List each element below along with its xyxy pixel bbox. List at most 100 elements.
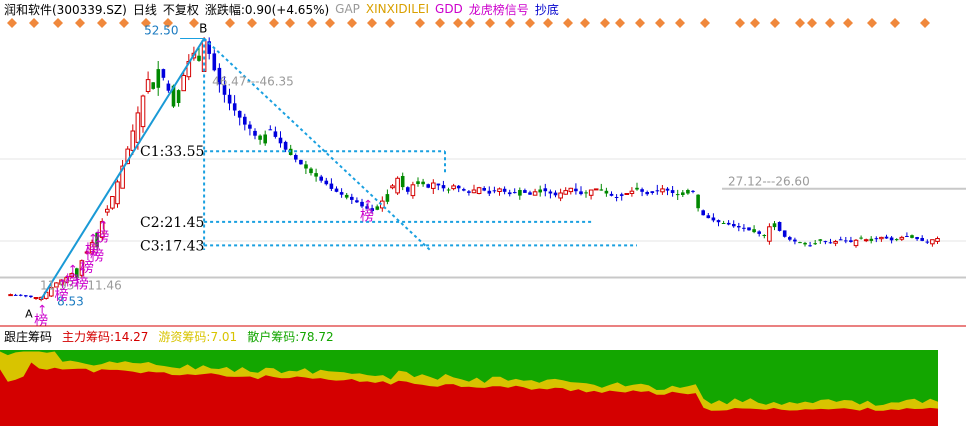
indicator-xinxidilei[interactable]: XINXIDILEI xyxy=(366,2,429,16)
candle-body xyxy=(309,168,313,174)
candle-body xyxy=(400,176,405,188)
candle-body xyxy=(884,236,889,239)
candle-body xyxy=(283,141,288,150)
signal-diamond xyxy=(75,18,85,28)
candlestick-chart: C1:33.55 C2:21.45 C3:17.43 B A 52.50 46.47---4… xyxy=(0,18,966,426)
candle-body xyxy=(737,226,741,228)
candle-body xyxy=(879,236,884,240)
trend-line-down xyxy=(203,37,431,251)
candle-body xyxy=(421,181,425,185)
candle-body xyxy=(334,188,339,192)
candle-body xyxy=(13,294,18,296)
candle-body xyxy=(227,94,232,104)
candle-body xyxy=(752,229,756,233)
candle-body xyxy=(813,243,817,245)
candle-body xyxy=(385,194,390,202)
candle-body xyxy=(471,189,477,194)
adjust-label[interactable]: 不复权 xyxy=(163,1,199,18)
candle-body xyxy=(253,130,257,136)
candle-body xyxy=(833,241,838,244)
candle-body xyxy=(161,69,166,78)
signal-diamond xyxy=(189,18,199,28)
signal-diamond xyxy=(795,18,805,28)
peak-label: 52.50 xyxy=(144,24,178,38)
main-chips-label: 主力筹码:14.27 xyxy=(62,329,149,344)
candle-body xyxy=(278,137,283,144)
gap-label-right: 27.12---26.60 xyxy=(728,175,810,189)
signal-diamond xyxy=(285,18,295,28)
candle-body xyxy=(375,206,380,210)
signal-diamond xyxy=(750,18,760,28)
fib-label-c2: C2:21.45 xyxy=(140,215,204,231)
candle-body xyxy=(263,134,267,144)
candle-body xyxy=(513,192,517,194)
candle-body xyxy=(462,189,466,191)
candle-body xyxy=(863,239,869,242)
candle-body xyxy=(588,189,594,196)
candle-body xyxy=(487,190,492,194)
indicator-longhubang[interactable]: 龙虎榜信号 xyxy=(469,1,529,18)
signal-diamond xyxy=(119,18,129,28)
candle-body xyxy=(782,230,787,237)
signal-diamond xyxy=(655,18,665,28)
candle-body xyxy=(431,182,436,189)
candle-body xyxy=(568,187,574,193)
candle-body xyxy=(894,239,899,241)
signal-diamond xyxy=(675,18,685,28)
hot-money-chips-label: 游资筹码:7.01 xyxy=(158,329,238,344)
candle-body xyxy=(197,55,201,61)
candle-body xyxy=(482,188,486,191)
period-label[interactable]: 日线 xyxy=(133,1,157,18)
candle-body xyxy=(849,240,853,242)
fib-label-c3: C3:17.43 xyxy=(140,238,204,254)
candle-body xyxy=(156,69,161,88)
candle-body xyxy=(640,189,644,192)
indicator-gap[interactable]: GAP xyxy=(335,2,360,16)
candle-body xyxy=(294,155,298,160)
candle-body xyxy=(869,238,874,241)
candle-body xyxy=(711,217,716,221)
signal-diamond xyxy=(525,18,535,28)
candle-body xyxy=(538,189,542,193)
signal-diamond xyxy=(600,18,610,28)
candle-body xyxy=(803,242,807,245)
sub-panel-header: 跟庄筹码 主力筹码:14.27 游资筹码:7.01 散户筹码:78.72 xyxy=(4,328,334,344)
signal-diamond xyxy=(97,18,107,28)
candle-body xyxy=(339,192,344,195)
gap-label-high: 46.47---46.35 xyxy=(212,75,294,89)
candle-body xyxy=(528,192,532,195)
candle-body xyxy=(563,190,569,195)
candle-body xyxy=(823,241,828,243)
candle-body xyxy=(8,294,13,297)
candle-body xyxy=(609,193,614,196)
candle-body xyxy=(237,110,242,118)
candle-body xyxy=(406,187,410,192)
candle-body xyxy=(798,242,802,244)
candle-body xyxy=(18,294,23,296)
candle-body xyxy=(660,188,665,193)
candle-body xyxy=(314,173,318,177)
candle-body xyxy=(232,103,237,111)
indicator-gdd[interactable]: GDD xyxy=(435,2,463,16)
signal-diamond xyxy=(347,18,357,28)
candle-body xyxy=(593,188,599,191)
signal-diamond xyxy=(385,18,395,28)
change-label: 涨跌幅:0.90(+4.65%) xyxy=(204,2,330,17)
candle-body xyxy=(619,194,624,196)
candle-body xyxy=(355,200,359,203)
candle-body xyxy=(777,222,782,231)
signal-diamond xyxy=(465,18,475,28)
candle-body xyxy=(33,297,39,299)
signal-diamond xyxy=(453,18,463,28)
candle-body xyxy=(24,295,28,297)
candle-body xyxy=(319,176,323,181)
candle-body xyxy=(110,196,115,209)
candle-body xyxy=(532,191,538,196)
sub-panel-title: 跟庄筹码 xyxy=(4,329,53,344)
candle-body xyxy=(742,227,746,229)
candle-body xyxy=(451,185,456,190)
indicator-chaodi[interactable]: 抄底 xyxy=(535,1,559,18)
candle-body xyxy=(441,185,446,189)
candle-body xyxy=(344,194,349,198)
candle-body xyxy=(757,231,761,234)
